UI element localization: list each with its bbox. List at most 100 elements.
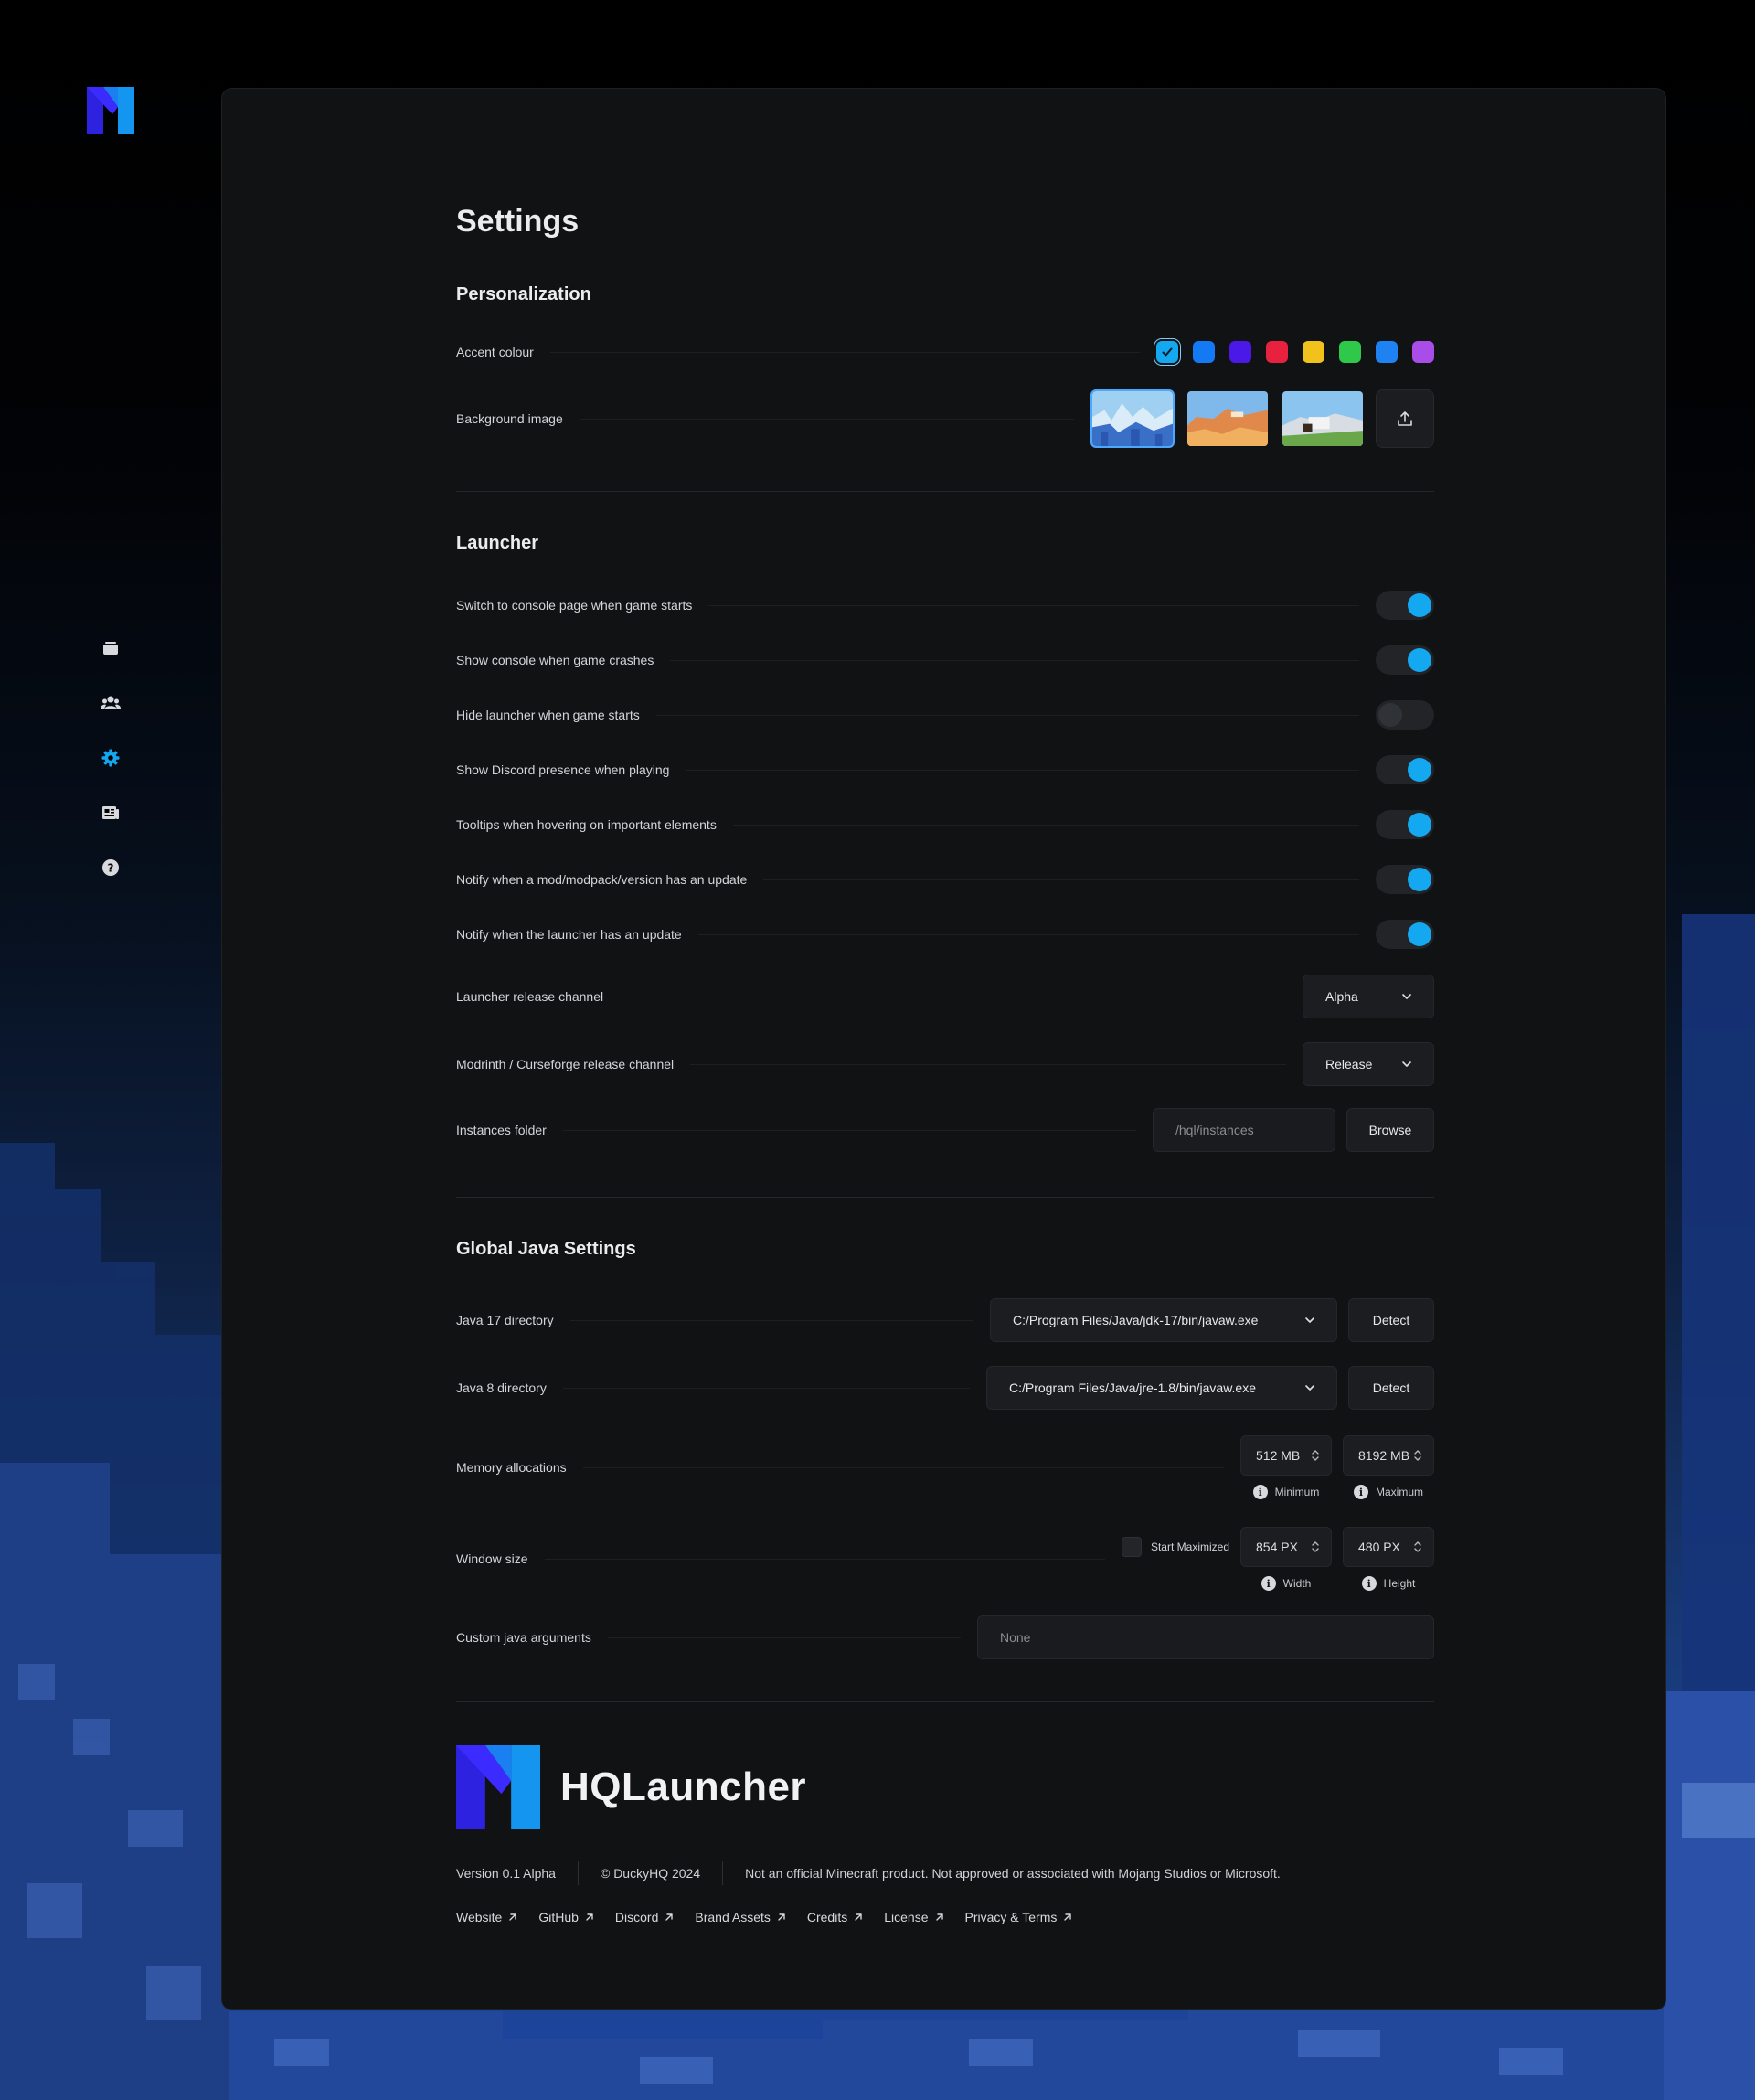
start-maximized-checkbox[interactable]	[1121, 1537, 1142, 1557]
window-width-stepper[interactable]: 854 PX	[1240, 1527, 1332, 1567]
background-image-label: Background image	[456, 411, 563, 426]
toggle-row: Show Discord presence when playing	[456, 754, 1434, 785]
stepper-icon	[1312, 1450, 1319, 1461]
memory-label: Memory allocations	[456, 1460, 567, 1475]
sidebar: ?	[91, 629, 130, 903]
svg-text:?: ?	[108, 862, 114, 875]
toggle-knob	[1408, 868, 1431, 891]
footer-link-label: Credits	[806, 1910, 848, 1924]
footer-link[interactable]: Brand Assets	[695, 1910, 787, 1924]
toggle-switch[interactable]	[1376, 810, 1434, 839]
sidebar-item-accounts[interactable]	[91, 684, 130, 722]
memory-max-hint: Maximum	[1375, 1486, 1423, 1498]
memory-min-stepper[interactable]: 512 MB	[1240, 1435, 1332, 1476]
accent-swatch-2[interactable]	[1193, 341, 1215, 363]
footer-link-label: Brand Assets	[695, 1910, 771, 1924]
background-thumb-ice[interactable]	[1090, 389, 1175, 448]
toggle-switch[interactable]	[1376, 755, 1434, 784]
toggle-row: Tooltips when hovering on important elem…	[456, 809, 1434, 840]
detect-java8-button[interactable]: Detect	[1348, 1366, 1434, 1410]
chevron-down-icon	[1402, 994, 1411, 999]
footer-brand: HQLauncher	[456, 1745, 806, 1829]
launcher-release-channel-value: Alpha	[1325, 989, 1358, 1004]
footer-link[interactable]: Privacy & Terms	[965, 1910, 1074, 1924]
java17-path-select[interactable]: C:/Program Files/Java/jdk-17/bin/javaw.e…	[990, 1298, 1337, 1342]
browse-button[interactable]: Browse	[1346, 1108, 1434, 1152]
window-size-row: Window size Start Maximized 854 PX i Wid…	[456, 1524, 1434, 1594]
detect-java17-button[interactable]: Detect	[1348, 1298, 1434, 1342]
footer-link[interactable]: Discord	[615, 1910, 675, 1924]
toggle-label: Notify when a mod/modpack/version has an…	[456, 872, 748, 887]
footer-link-label: License	[884, 1910, 929, 1924]
row-divider	[607, 1636, 961, 1638]
stepper-icon	[1414, 1541, 1421, 1552]
footer-link[interactable]: License	[884, 1910, 944, 1924]
instances-folder-row: Instances folder /hql/instances Browse	[456, 1107, 1434, 1153]
row-divider	[582, 1466, 1224, 1468]
external-link-icon	[1064, 1913, 1072, 1921]
news-icon	[102, 806, 119, 819]
accent-swatch-8[interactable]	[1412, 341, 1434, 363]
toggle-switch[interactable]	[1376, 591, 1434, 620]
info-icon: i	[1361, 1576, 1377, 1591]
chevron-down-icon	[1402, 1061, 1411, 1067]
accent-swatch-1[interactable]	[1156, 341, 1178, 363]
row-divider	[579, 418, 1074, 420]
toggle-label: Show Discord presence when playing	[456, 762, 670, 777]
modrinth-release-channel-select[interactable]: Release	[1303, 1042, 1434, 1086]
external-link-icon	[586, 1913, 593, 1921]
version-text: Version 0.1 Alpha	[456, 1866, 556, 1881]
java17-path-value: C:/Program Files/Java/jdk-17/bin/javaw.e…	[1013, 1313, 1259, 1327]
sidebar-item-help[interactable]: ?	[91, 848, 130, 887]
users-icon	[101, 696, 121, 709]
app-logo	[87, 87, 134, 134]
java-args-input[interactable]: None	[977, 1615, 1434, 1659]
accent-swatch-4[interactable]	[1266, 341, 1288, 363]
toggle-switch[interactable]	[1376, 920, 1434, 949]
meta-separator	[722, 1861, 724, 1885]
section-java-title: Global Java Settings	[456, 1239, 636, 1259]
footer-link-label: Privacy & Terms	[964, 1910, 1058, 1924]
toggle-label: Show console when game crashes	[456, 653, 654, 667]
upload-background-button[interactable]	[1376, 389, 1434, 448]
chevron-down-icon	[1305, 1317, 1314, 1323]
row-divider	[670, 659, 1359, 661]
help-icon: ?	[102, 859, 119, 876]
accent-swatch-3[interactable]	[1229, 341, 1251, 363]
sidebar-item-settings[interactable]	[91, 739, 130, 777]
accent-swatch-6[interactable]	[1339, 341, 1361, 363]
background-thumb-plains[interactable]	[1281, 389, 1365, 448]
window-height-stepper[interactable]: 480 PX	[1343, 1527, 1434, 1567]
page-title: Settings	[456, 204, 580, 239]
toggle-switch[interactable]	[1376, 700, 1434, 730]
footer-link-label: Discord	[614, 1910, 659, 1924]
section-launcher-title: Launcher	[456, 533, 539, 553]
row-divider	[562, 1387, 970, 1389]
settings-panel: Settings Personalization Accent colour B…	[221, 88, 1666, 2010]
accent-swatch-7[interactable]	[1376, 341, 1398, 363]
row-divider	[562, 1129, 1136, 1131]
toggle-switch[interactable]	[1376, 865, 1434, 894]
sidebar-item-instances[interactable]	[91, 629, 130, 667]
row-divider	[697, 933, 1359, 935]
footer-link[interactable]: Website	[456, 1910, 518, 1924]
java8-path-select[interactable]: C:/Program Files/Java/jre-1.8/bin/javaw.…	[986, 1366, 1337, 1410]
info-icon: i	[1353, 1485, 1368, 1499]
stepper-icon	[1414, 1450, 1421, 1461]
toggle-label: Notify when the launcher has an update	[456, 927, 682, 942]
sidebar-item-news[interactable]	[91, 794, 130, 832]
accent-colour-swatches	[1156, 341, 1434, 363]
row-divider	[763, 879, 1359, 880]
java8-path-value: C:/Program Files/Java/jre-1.8/bin/javaw.…	[1009, 1380, 1256, 1395]
brand-name: HQLauncher	[560, 1764, 807, 1809]
toggle-switch[interactable]	[1376, 645, 1434, 675]
instances-folder-input[interactable]: /hql/instances	[1153, 1108, 1335, 1152]
toggle-knob	[1408, 758, 1431, 782]
memory-max-stepper[interactable]: 8192 MB	[1343, 1435, 1434, 1476]
background-thumb-desert[interactable]	[1186, 389, 1270, 448]
accent-swatch-5[interactable]	[1303, 341, 1324, 363]
footer-link[interactable]: GitHub	[538, 1910, 595, 1924]
footer-link-label: Website	[456, 1910, 503, 1924]
footer-link[interactable]: Credits	[807, 1910, 864, 1924]
launcher-release-channel-select[interactable]: Alpha	[1303, 975, 1434, 1018]
